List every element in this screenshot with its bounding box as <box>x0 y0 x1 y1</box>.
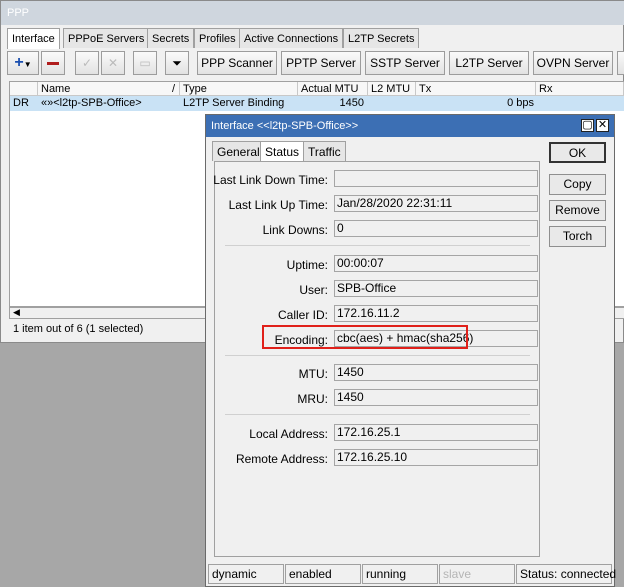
user-label: User: <box>299 283 328 297</box>
tab-active-connections[interactable]: Active Connections <box>239 28 344 48</box>
tab-secrets[interactable]: Secrets <box>147 28 195 48</box>
remote-address-label: Remote Address: <box>235 452 328 466</box>
last-link-up-time-label: Last Link Up Time: <box>228 198 328 212</box>
dialog-title: Interface <<l2tp-SPB-Office>> <box>206 115 614 137</box>
last-link-down-time-label: Last Link Down Time: <box>213 173 328 187</box>
row-tx: 0 bps <box>507 97 534 109</box>
disable-button[interactable]: ✕ <box>101 51 125 75</box>
minus-icon <box>47 62 59 66</box>
check-icon: ✓ <box>81 56 93 70</box>
column-header-name[interactable]: Name / <box>38 82 180 96</box>
tab-general[interactable]: General <box>212 141 265 161</box>
local-address-label: Local Address: <box>249 427 328 441</box>
column-header-type[interactable]: Type <box>180 82 298 96</box>
row-type: L2TP Server Binding <box>183 97 285 109</box>
tab-status[interactable]: Status <box>260 141 305 162</box>
caller-id-field: 172.16.11.2 <box>334 305 538 322</box>
row-name: «»<l2tp-SPB-Office> <box>41 97 142 109</box>
dropdown-arrow-icon: ▼ <box>23 60 32 69</box>
copy-button[interactable]: Copy <box>549 174 606 195</box>
item-count-status: 1 item out of 6 (1 selected) <box>13 323 144 335</box>
ovpn-server-button[interactable]: OVPN Server <box>533 51 613 75</box>
ppp-scanner-button[interactable]: PPP Scanner <box>197 51 277 75</box>
enable-button[interactable]: ✓ <box>75 51 99 75</box>
torch-button[interactable]: Torch <box>549 226 606 247</box>
dialog-statusbar: dynamic enabled running slave Status: co… <box>206 562 616 586</box>
link-downs-field: 0 <box>334 220 538 237</box>
status-slave: slave <box>439 564 515 584</box>
tab-interface[interactable]: Interface <box>7 28 60 49</box>
l2tp-server-button[interactable]: L2TP Server <box>449 51 529 75</box>
divider <box>225 245 530 246</box>
tab-traffic[interactable]: Traffic <box>303 141 346 161</box>
status-panel: Last Link Down Time: Last Link Up Time: … <box>213 161 540 557</box>
local-address-field: 172.16.25.1 <box>334 424 538 441</box>
column-header-tx[interactable]: Tx <box>416 82 536 96</box>
close-icon[interactable]: ✕ <box>596 119 609 132</box>
filter-icon: ⏷ <box>172 56 182 70</box>
column-header-rx[interactable]: Rx <box>536 82 624 96</box>
cross-icon: ✕ <box>107 56 119 70</box>
status-connected: Status: connected <box>516 564 616 584</box>
column-header-flags[interactable] <box>10 82 38 96</box>
tab-pppoe-servers[interactable]: PPPoE Servers <box>63 28 150 48</box>
row-flags: DR <box>13 97 29 109</box>
interface-dialog: Interface <<l2tp-SPB-Office>> ▢ ✕ Genera… <box>205 114 616 587</box>
tab-l2tp-secrets[interactable]: L2TP Secrets <box>343 28 420 48</box>
status-running: running <box>362 564 438 584</box>
mtu-field: 1450 <box>334 364 538 381</box>
remove-button[interactable]: Remove <box>549 200 606 221</box>
window-title: PPP <box>1 1 624 25</box>
mru-field: 1450 <box>334 389 538 406</box>
last-link-up-time-field: Jan/28/2020 22:31:11 <box>334 195 538 212</box>
sstp-server-button[interactable]: SSTP Server <box>365 51 445 75</box>
remove-button[interactable] <box>41 51 65 75</box>
uptime-field: 00:00:07 <box>334 255 538 272</box>
status-dynamic: dynamic <box>208 564 284 584</box>
add-button[interactable]: +▼ <box>7 51 39 75</box>
remote-address-field: 172.16.25.10 <box>334 449 538 466</box>
mtu-label: MTU: <box>298 367 328 381</box>
user-field: SPB-Office <box>334 280 538 297</box>
divider <box>225 414 530 415</box>
ok-button[interactable]: OK <box>549 142 606 163</box>
status-enabled: enabled <box>285 564 361 584</box>
column-header-actual-mtu[interactable]: Actual MTU <box>298 82 368 96</box>
sort-marker: / <box>171 83 175 95</box>
encoding-highlight-box <box>262 325 468 349</box>
comment-icon: ▭ <box>139 56 151 70</box>
scroll-left-icon[interactable]: ◀ <box>13 307 20 318</box>
pptp-server-button[interactable]: PPTP Server <box>281 51 361 75</box>
filter-button[interactable]: ⏷ <box>165 51 189 75</box>
plus-icon: + <box>14 54 24 71</box>
last-link-down-time-field <box>334 170 538 187</box>
restore-icon[interactable]: ▢ <box>581 119 594 132</box>
mru-label: MRU: <box>297 392 328 406</box>
column-header-l2-mtu[interactable]: L2 MTU <box>368 82 416 96</box>
uptime-label: Uptime: <box>286 258 328 272</box>
row-actual-mtu: 1450 <box>339 97 364 109</box>
divider <box>225 355 530 356</box>
tab-profiles[interactable]: Profiles <box>194 28 241 48</box>
link-downs-label: Link Downs: <box>262 223 328 237</box>
caller-id-label: Caller ID: <box>277 308 328 322</box>
more-button[interactable] <box>617 51 624 75</box>
toolbar: +▼ ✓ ✕ ▭ ⏷ PPP Scanner PPTP Server SSTP … <box>5 51 624 77</box>
comment-button[interactable]: ▭ <box>133 51 157 75</box>
